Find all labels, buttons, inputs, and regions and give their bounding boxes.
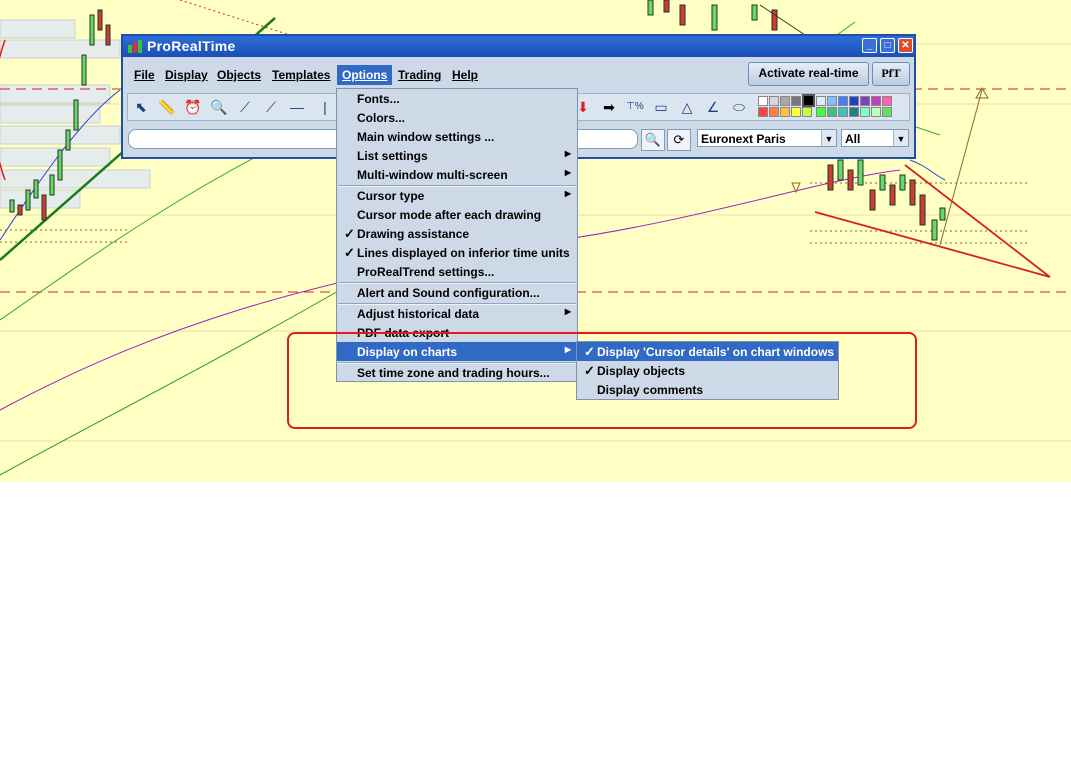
color-swatch[interactable] (780, 96, 790, 106)
menu-item-list-settings[interactable]: List settings ▶ (337, 146, 577, 165)
color-swatch[interactable] (849, 96, 859, 106)
color-swatch[interactable] (882, 96, 892, 106)
line-icon[interactable]: ⟋ (260, 97, 282, 117)
color-swatch[interactable] (827, 96, 837, 106)
color-swatch-selected[interactable] (802, 94, 815, 107)
menu-file[interactable]: File (134, 68, 155, 82)
pft-button[interactable]: PfT (872, 62, 910, 86)
annotation-highlight-box (287, 332, 917, 429)
check-icon: ✓ (344, 226, 355, 241)
color-swatch[interactable] (882, 107, 892, 117)
menu-item-main-window-settings[interactable]: Main window settings ... (337, 127, 577, 146)
check-icon: ✓ (344, 245, 355, 260)
menu-help[interactable]: Help (452, 68, 478, 82)
minimize-icon[interactable]: _ (862, 38, 877, 53)
color-swatch[interactable] (758, 107, 768, 117)
search-icon[interactable]: 🔍 (641, 129, 665, 151)
title-bar[interactable]: ProRealTime _ □ ✕ (123, 36, 914, 57)
submenu-arrow-icon: ▶ (564, 168, 571, 177)
color-swatch[interactable] (802, 107, 812, 117)
menu-item-cursor-type[interactable]: Cursor type ▶ (337, 186, 577, 205)
menu-objects[interactable]: Objects (217, 68, 261, 82)
menu-item-alert-sound[interactable]: Alert and Sound configuration... (337, 283, 577, 302)
color-swatch[interactable] (816, 107, 826, 117)
color-swatch[interactable] (860, 96, 870, 106)
filter-value: All (845, 132, 861, 146)
color-swatch[interactable] (769, 107, 779, 117)
zoom-icon[interactable]: 🔍 (208, 97, 230, 117)
market-select[interactable]: Euronext Paris ▼ (697, 129, 837, 147)
activate-realtime-button[interactable]: Activate real-time (748, 62, 869, 86)
color-swatch[interactable] (838, 107, 848, 117)
horizontal-line-icon[interactable]: — (286, 97, 308, 117)
menu-item-adjust-historical[interactable]: Adjust historical data ▶ (337, 304, 577, 323)
color-swatch[interactable] (860, 107, 870, 117)
angle-icon[interactable]: ∠ (702, 97, 724, 117)
menu-item-colors[interactable]: Colors... (337, 108, 577, 127)
vertical-line-icon[interactable]: | (314, 97, 336, 117)
segment-icon[interactable]: ⟋ (234, 97, 256, 117)
triangle-icon[interactable]: △ (676, 97, 698, 117)
maximize-icon[interactable]: □ (880, 38, 895, 53)
close-icon[interactable]: ✕ (898, 38, 913, 53)
menu-item-fonts[interactable]: Fonts... (337, 89, 577, 108)
menu-item-drawing-assistance[interactable]: ✓ Drawing assistance (337, 224, 577, 243)
color-swatch[interactable] (816, 96, 826, 106)
ruler-icon[interactable]: 📏 (156, 97, 178, 117)
color-swatch[interactable] (871, 96, 881, 106)
market-value: Euronext Paris (701, 132, 786, 146)
menu-templates[interactable]: Templates (272, 68, 330, 82)
color-swatch[interactable] (838, 96, 848, 106)
pointer-icon[interactable]: ⬉ (130, 97, 152, 117)
color-swatch[interactable] (849, 107, 859, 117)
filter-select[interactable]: All ▼ (841, 129, 909, 147)
menu-item-lines-inferior-time[interactable]: ✓ Lines displayed on inferior time units (337, 243, 577, 262)
color-swatch[interactable] (791, 96, 801, 106)
color-swatch[interactable] (769, 96, 779, 106)
app-logo-icon (128, 40, 142, 53)
rectangle-icon[interactable]: ▭ (650, 97, 672, 117)
menu-item-prorealtrend-settings[interactable]: ProRealTrend settings... (337, 262, 577, 281)
chevron-down-icon: ▼ (821, 130, 836, 146)
chevron-down-icon: ▼ (893, 130, 908, 146)
ellipse-icon[interactable]: ⬭ (728, 97, 750, 117)
percent-icon[interactable]: ⊤% (624, 97, 646, 117)
menu-display[interactable]: Display (165, 68, 208, 82)
color-swatch[interactable] (791, 107, 801, 117)
color-swatch[interactable] (827, 107, 837, 117)
chart-refresh-icon[interactable]: ⟳ (667, 129, 691, 151)
color-swatch[interactable] (780, 107, 790, 117)
menu-item-multi-window[interactable]: Multi-window multi-screen ▶ (337, 165, 577, 184)
window-title: ProRealTime (147, 38, 236, 54)
menu-item-cursor-mode[interactable]: Cursor mode after each drawing (337, 205, 577, 224)
submenu-arrow-icon: ▶ (564, 307, 571, 316)
menu-trading[interactable]: Trading (398, 68, 441, 82)
menu-bar: File Display Objects Templates Options T… (123, 57, 914, 91)
color-swatch[interactable] (871, 107, 881, 117)
alarm-icon[interactable]: ⏰ (182, 97, 204, 117)
menu-options[interactable]: Options (337, 65, 393, 85)
arrow-right-icon[interactable]: ➡ (598, 97, 620, 117)
color-swatch[interactable] (758, 96, 768, 106)
submenu-arrow-icon: ▶ (564, 149, 571, 158)
submenu-arrow-icon: ▶ (564, 189, 571, 198)
